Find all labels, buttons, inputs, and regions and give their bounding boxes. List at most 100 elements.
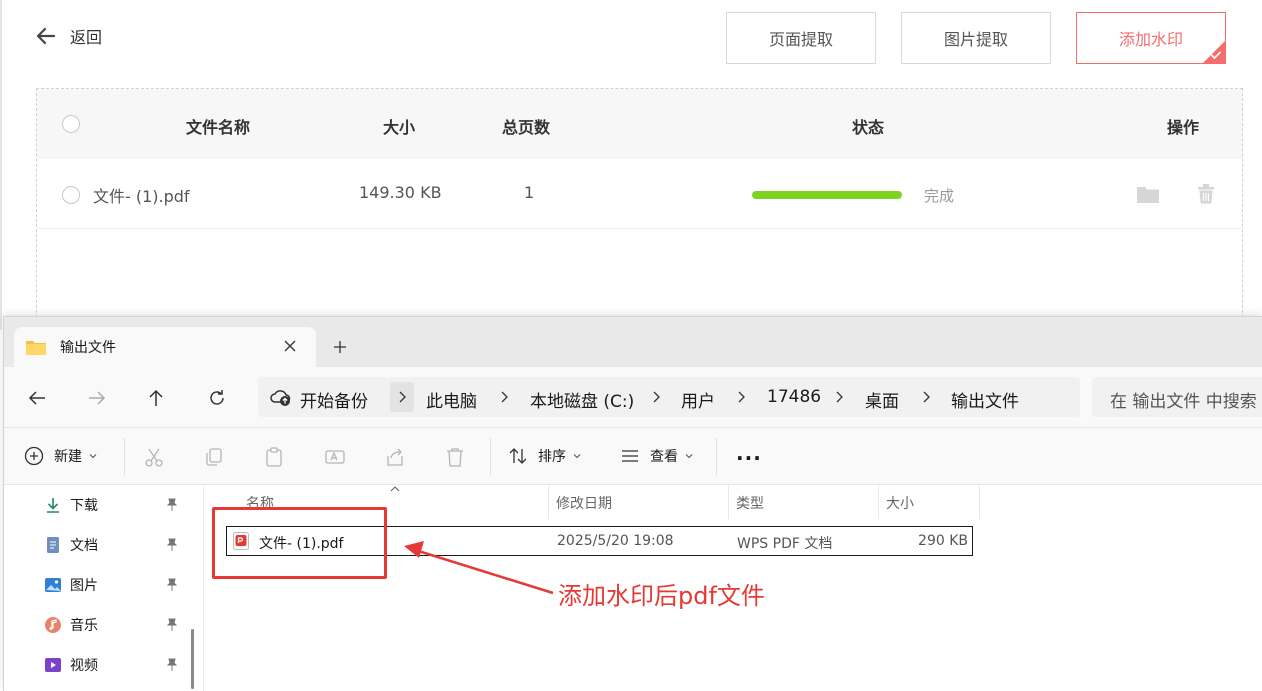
more-options-button[interactable]: ...	[736, 441, 762, 465]
trash-icon[interactable]	[1193, 181, 1219, 207]
navigation-pane: 下载 文档 图片 音乐 视频	[4, 485, 204, 691]
pin-icon[interactable]	[166, 658, 178, 672]
nav-item-downloads[interactable]: 下载	[44, 495, 98, 515]
chevron-right-icon[interactable]	[921, 390, 931, 404]
sort-button[interactable]: 排序	[508, 446, 582, 466]
back-arrow-icon[interactable]	[26, 387, 48, 409]
delete-icon[interactable]	[444, 446, 466, 468]
chevron-right-icon[interactable]	[651, 390, 661, 404]
header-pages: 总页数	[502, 118, 551, 137]
breadcrumb-this-pc[interactable]: 此电脑	[426, 387, 477, 412]
sort-ascending-icon	[390, 486, 400, 492]
plus-icon[interactable]	[332, 339, 348, 355]
breadcrumb-local-disk[interactable]: 本地磁盘 (C:)	[530, 387, 634, 412]
pin-icon[interactable]	[166, 538, 178, 552]
navigation-bar: 开始备份 此电脑 本地磁盘 (C:) 用户 17486 桌面 输出文件 在 输出…	[4, 367, 1262, 427]
page-extract-button[interactable]: 页面提取	[726, 12, 876, 64]
up-arrow-icon[interactable]	[145, 387, 167, 409]
view-label: 查看	[650, 449, 678, 465]
cut-icon[interactable]	[143, 446, 165, 468]
file-size: 290 KB	[918, 533, 968, 549]
cloud-backup-icon	[270, 390, 291, 406]
chevron-down-icon	[685, 454, 693, 459]
chevron-right-icon[interactable]	[834, 390, 844, 404]
refresh-icon[interactable]	[206, 387, 228, 409]
file-modified: 2025/5/20 19:08	[557, 533, 674, 549]
copy-icon[interactable]	[203, 446, 225, 468]
add-watermark-button[interactable]: 添加水印	[1076, 12, 1226, 64]
sort-label: 排序	[538, 449, 566, 465]
rename-icon[interactable]	[324, 446, 346, 468]
row-select-radio[interactable]	[62, 186, 80, 204]
row-file-size: 149.30 KB	[359, 183, 442, 202]
header-file-name: 文件名称	[186, 118, 251, 137]
column-header-type[interactable]: 类型	[736, 493, 764, 513]
chevron-right-icon[interactable]	[736, 390, 746, 404]
check-icon	[1211, 51, 1221, 60]
tab-bar: 输出文件	[4, 317, 1262, 367]
share-icon[interactable]	[384, 446, 406, 468]
plus-circle-icon	[24, 446, 44, 466]
header-status: 状态	[852, 118, 885, 137]
nav-item-label: 文档	[70, 538, 98, 554]
search-box[interactable]: 在 输出文件 中搜索	[1092, 377, 1262, 417]
folder-icon	[26, 341, 46, 355]
file-type: WPS PDF 文档	[737, 536, 833, 552]
pin-icon[interactable]	[166, 578, 178, 592]
pin-icon[interactable]	[166, 498, 178, 512]
breadcrumb-user-folder[interactable]: 17486	[767, 387, 821, 407]
pin-icon[interactable]	[166, 618, 178, 632]
image-extract-button[interactable]: 图片提取	[901, 12, 1051, 64]
back-button[interactable]: 返回	[34, 24, 102, 48]
column-divider	[878, 485, 879, 519]
file-table: 文件名称 大小 总页数 状态 操作 文件- (1).pdf 149.30 KB …	[36, 88, 1243, 348]
breadcrumb-users[interactable]: 用户	[681, 387, 715, 412]
header-operations: 操作	[1167, 118, 1200, 137]
document-icon	[47, 537, 59, 553]
column-header-modified[interactable]: 修改日期	[556, 493, 612, 513]
file-explorer-window: 输出文件 开始备份 此电脑 本地磁盘 (C:) 用户 17486 桌面 输出文件…	[3, 316, 1262, 691]
toolbar-divider	[490, 438, 491, 476]
column-header-size[interactable]: 大小	[886, 493, 914, 513]
paste-icon[interactable]	[263, 446, 285, 468]
annotation-label: 添加水印后pdf文件	[558, 582, 765, 610]
new-button[interactable]: 新建	[24, 446, 98, 466]
breadcrumb-backup[interactable]: 开始备份	[300, 387, 368, 412]
search-placeholder: 在 输出文件 中搜索	[1110, 392, 1257, 412]
breadcrumb-desktop[interactable]: 桌面	[865, 387, 899, 412]
video-icon	[45, 658, 61, 672]
new-label: 新建	[54, 449, 82, 465]
column-divider	[548, 485, 549, 519]
chevron-down-icon	[89, 454, 97, 459]
table-header: 文件名称 大小 总页数 状态 操作	[37, 89, 1242, 159]
address-bar[interactable]: 开始备份 此电脑 本地磁盘 (C:) 用户 17486 桌面 输出文件	[258, 377, 1080, 417]
nav-item-pictures[interactable]: 图片	[44, 575, 98, 595]
column-divider	[979, 485, 980, 519]
close-icon[interactable]	[282, 338, 298, 354]
nav-item-label: 下载	[70, 498, 98, 514]
chevron-right-icon[interactable]	[499, 390, 509, 404]
chevron-down-icon	[573, 454, 581, 459]
nav-item-label: 图片	[70, 578, 98, 594]
row-file-name: 文件- (1).pdf	[93, 187, 190, 206]
row-page-count: 1	[524, 183, 535, 202]
select-all-radio[interactable]	[62, 115, 80, 133]
picture-icon	[45, 578, 61, 592]
nav-item-documents[interactable]: 文档	[44, 535, 98, 555]
forward-arrow-icon[interactable]	[86, 387, 108, 409]
app-border	[0, 0, 2, 330]
sort-icon	[509, 448, 527, 464]
nav-item-label: 视频	[70, 658, 98, 674]
nav-item-videos[interactable]: 视频	[44, 655, 98, 675]
nav-scrollbar[interactable]	[191, 629, 194, 689]
chevron-right-icon	[399, 391, 406, 403]
tab-label: 输出文件	[60, 340, 116, 356]
column-divider	[728, 485, 729, 519]
breadcrumb-expand-button[interactable]	[390, 382, 414, 412]
music-icon	[45, 617, 61, 633]
breadcrumb-output-folder[interactable]: 输出文件	[951, 387, 1019, 412]
tab-output-folder[interactable]: 输出文件	[14, 327, 316, 367]
view-button[interactable]: 查看	[620, 446, 694, 466]
folder-icon[interactable]	[1135, 181, 1161, 207]
nav-item-music[interactable]: 音乐	[44, 615, 98, 635]
